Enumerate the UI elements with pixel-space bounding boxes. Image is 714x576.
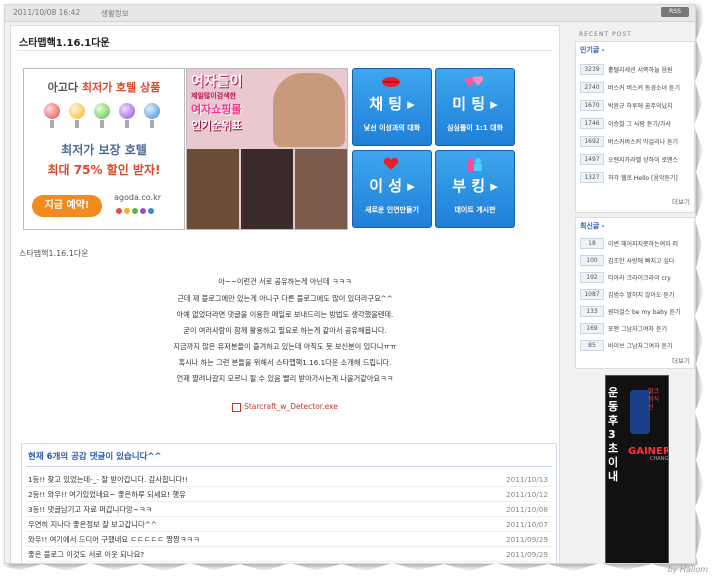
body-line: 지금까지 많은 유저분들이 즐겨하고 있는데 아직도 못 보신분이 있다니ㅠㅠ	[173, 342, 397, 351]
agoda-headline: 아고다 최저가 호텔 상품	[47, 81, 161, 94]
comments-header: 현재 6개의 공감 댓글이 있습니다^^	[28, 452, 162, 462]
agoda-brand: agoda.co.kr	[114, 193, 162, 202]
latest-item[interactable]: 100 김조한 사랑에 빠지고 싶다	[580, 255, 692, 266]
yellow-globe-icon	[69, 103, 85, 128]
model-photo-2	[241, 149, 293, 229]
page: 2011/10/08 16:42 생활정보 RSS 스타맵핵1.16.1다운 아…	[0, 0, 714, 576]
red-globe-icon	[44, 103, 60, 128]
purple-globe-icon	[119, 103, 135, 128]
globe-icons	[44, 103, 164, 133]
latest-item[interactable]: 1087 김범수 말하지 않아도 듣기	[580, 289, 692, 300]
latest-item[interactable]: 133 원더걸스 be my baby 듣기	[580, 306, 692, 317]
post-title: 스타맵핵1.16.1다운	[19, 38, 110, 49]
post-subtitle: 스타맵핵1.16.1다운	[19, 249, 89, 258]
popular-item[interactable]: 3239 홀텔리세션 서쪽하늘 음원	[580, 64, 692, 75]
body-line: 언제 짤려나갈지 모르니 될 수 있음 빨리 받아가시는게 나을거같아요ㅋㅋ	[176, 374, 394, 383]
agoda-ad-banner[interactable]: 아고다 최저가 호텔 상품 최저가 보장 호텔 최대 75% 할인 받자! 지금…	[23, 68, 185, 230]
lips-icon	[382, 77, 400, 87]
model-photo-3	[295, 149, 347, 229]
latest-posts-title[interactable]: 최신글 -	[580, 221, 605, 231]
ad-girl-line4: 인기순위표	[191, 119, 242, 132]
shopping-mall-ad-banner[interactable]: 여자들이 제일많이검색한 여자쇼핑몰 인기순위표	[186, 68, 348, 230]
popular-item[interactable]: 2740 버스커 버스커 동경소녀 듣기	[580, 82, 692, 93]
watermark: by Hallom	[667, 565, 708, 574]
body-line: 근데 제 블로그에만 있는게 아니구 다른 블로그에도 많이 있더라구요^^	[177, 294, 393, 303]
side-ad-sub: CHANGWOOYUNTOOGPROTEIN	[650, 456, 669, 462]
agoda-book-button[interactable]: 지금 예약!	[32, 195, 102, 217]
popular-item[interactable]: 1327 허각 헬로 Hello [음악듣기]	[580, 172, 692, 183]
post-category-link[interactable]: 생활정보	[101, 8, 129, 19]
protein-can-image	[630, 390, 650, 434]
rss-icon[interactable]: RSS	[661, 7, 689, 17]
latest-item[interactable]: 18 이번 헤어지지못하는여자 떠	[580, 238, 692, 249]
ad-girl-line2: 제일많이검색한	[191, 92, 237, 100]
comment-row: 와우!! 여기에서 드디어 구했네요 ㄷㄷㄷㄷㄷ 짱짱ㅋㅋㅋ 2011/09/29	[26, 533, 552, 547]
popular-item[interactable]: 1497 오렌지카라멜 샹하이 로맨스	[580, 154, 692, 165]
model-photo-1	[187, 149, 239, 229]
body-line: 굳이 여러사람이 함께 활용하고 필요로 하는게 같아서 공유해봅니다.	[183, 326, 387, 335]
popular-item[interactable]: 1670 박완규 하루에 꿈주의났지	[580, 100, 692, 111]
body-line: 아~~이런건 서로 공유하는게 아닌데 ㅋㅋㅋ	[218, 277, 352, 286]
side-ad-tag: 벌크업식신	[648, 388, 660, 411]
post-meta-bar: 2011/10/08 16:42 생활정보 RSS	[5, 5, 695, 22]
latest-item[interactable]: 169 포맨 그남자그여자 듣기	[580, 323, 692, 334]
comments-box: 현재 6개의 공감 댓글이 있습니다^^ 1등!! 찾고 있었는데-_- 잘 받…	[21, 443, 557, 563]
attachment-link[interactable]: Starcraft_w_Detector.exe	[11, 402, 559, 412]
comment-row: 우연히 지나다 좋은정보 잘 보고갑니다^^ 2011/10/07	[26, 518, 552, 532]
agoda-line2: 최저가 보장 호텔	[61, 143, 147, 157]
latest-more-link[interactable]: 더보기	[672, 355, 690, 365]
latest-item[interactable]: 192 티아라 크라이크라이 cry	[580, 272, 692, 283]
file-icon	[232, 402, 242, 412]
people-icon	[467, 158, 482, 171]
green-globe-icon	[94, 103, 110, 128]
agoda-line3: 최대 75% 할인 받자!	[47, 163, 161, 177]
sidebar: RECENT POST 인기글 - 3239 홀텔리세션 서쪽하늘 음원 2740…	[575, 25, 695, 563]
chat-ad-grid: 채 팅 ▸ 낯선 이성과의 대화 미 팅 ▸ 심심풀이 1:1 대화 이 성 ▸…	[352, 68, 515, 228]
comments-divider	[26, 466, 552, 467]
popular-posts-title[interactable]: 인기글 -	[580, 45, 605, 55]
comment-row: 1등!! 찾고 있었는데-_- 잘 받아갑니다. 감사합니다!! 2011/10/…	[26, 473, 552, 487]
side-ad-brand: GAINERMAX	[628, 446, 668, 457]
ad-girl-line3: 여자쇼핑몰	[191, 103, 242, 116]
recent-post-label: RECENT POST	[579, 31, 632, 38]
popular-posts-box: 인기글 - 3239 홀텔리세션 서쪽하늘 음원 2740 버스커 버스커 동경소녀…	[575, 41, 695, 213]
protein-ad-banner[interactable]: 운동후3초이내 벌크업식신 GAINERMAX CHANGWOOYUNTOOGP…	[605, 375, 669, 563]
post-content: 스타맵핵1.16.1다운 아고다 최저가 호텔 상품 최저가 보장 호텔 최대 …	[10, 25, 560, 563]
popular-item[interactable]: 1692 버스커버스커 막걸리나 듣기	[580, 136, 692, 147]
side-ad-text: 운동후3초이내	[608, 386, 619, 483]
ad-girl-line1: 여자들이	[191, 74, 243, 90]
comment-row: 2등!! 와우!! 여기있었네요~ 좋은하루 되세요! 행유 2011/10/12	[26, 488, 552, 502]
hearts-icon	[464, 76, 484, 87]
post-date: 2011/10/08 16:42	[13, 8, 81, 17]
booking-button[interactable]: 부 킹 ▸ 데이트 게시판	[435, 150, 515, 228]
popular-more-link[interactable]: 더보기	[672, 196, 690, 206]
blue-globe-icon	[144, 103, 160, 128]
latest-posts-box: 최신글 - 18 이번 헤어지지못하는여자 떠 100 김조한 사랑에 빠지고 싶다…	[575, 217, 695, 369]
agoda-dots	[116, 207, 156, 216]
popular-item[interactable]: 1746 이승철 그 사람 듣기/가사	[580, 118, 692, 129]
opposite-sex-button[interactable]: 이 성 ▸ 새로운 인연만들기	[352, 150, 432, 228]
chat-button[interactable]: 채 팅 ▸ 낯선 이성과의 대화	[352, 68, 432, 146]
torn-edge-bottom	[0, 563, 714, 576]
latest-item[interactable]: 85 바이브 그남자그여자 듣기	[580, 340, 692, 351]
body-line: 아예 없었더라면 댓글을 이용한 메일로 보내드리는 방법도 생각했을텐데.	[176, 310, 394, 319]
heart-icon	[383, 157, 399, 170]
comment-row: 3등!! 댓글남기고 자료 퍼갑니다앙~ㅋㅋ 2011/10/08	[26, 503, 552, 517]
torn-edge-right	[694, 0, 714, 576]
model-photo	[273, 73, 345, 147]
title-divider	[17, 50, 553, 51]
body-line: 혹시나 하는 그런 분들을 위해서 스타맵핵1.16.1다운 소개해 드립니다.	[178, 358, 392, 367]
browser-frame: 2011/10/08 16:42 생활정보 RSS 스타맵핵1.16.1다운 아…	[4, 4, 696, 564]
meeting-button[interactable]: 미 팅 ▸ 심심풀이 1:1 대화	[435, 68, 515, 146]
